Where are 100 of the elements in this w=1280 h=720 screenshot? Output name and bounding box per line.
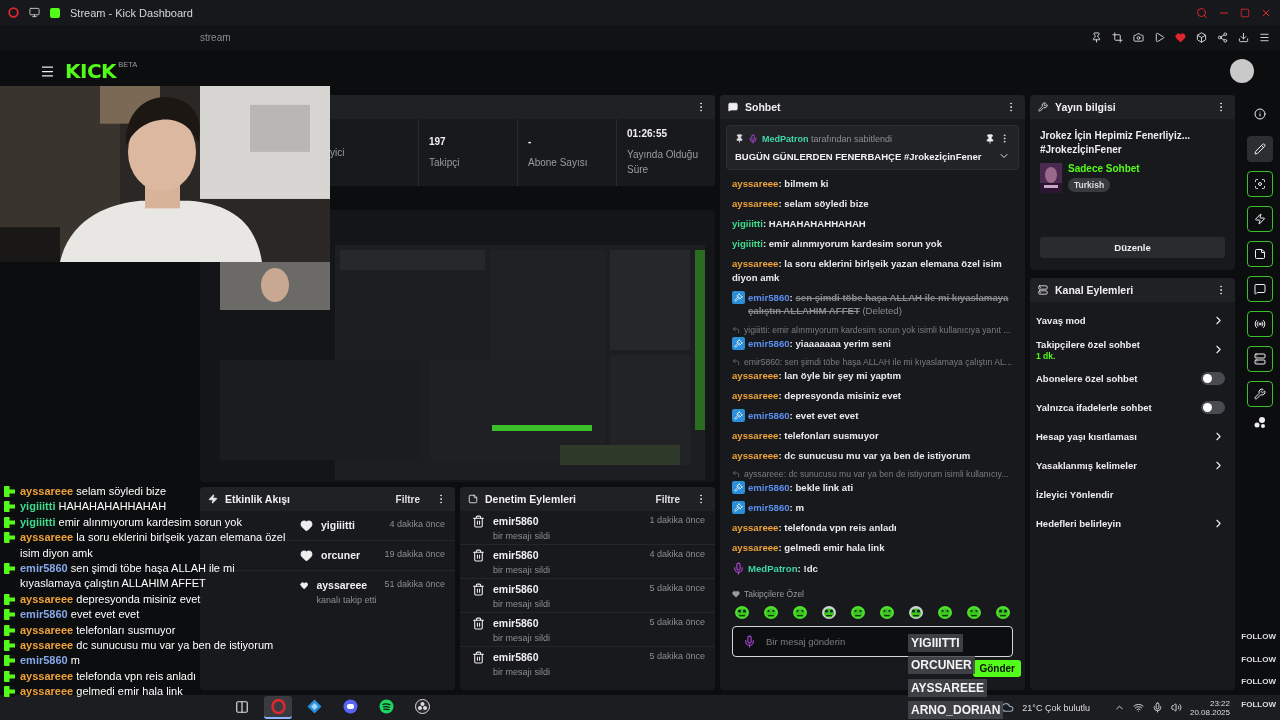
play-icon[interactable] [1154,32,1165,43]
chat-line: ayssareee telefonda vpn reis anladı [20,668,197,684]
window-icon[interactable] [29,7,40,18]
follower-name: ARNO_DORIAN [908,701,1004,720]
chat-badge-icon [4,686,15,698]
chat-badge-icon [4,655,15,667]
stat-label: Abone Sayısı [528,155,589,170]
share-icon[interactable] [1217,32,1228,43]
pin-icon[interactable] [985,133,995,144]
action-label[interactable]: Takipçilere özel sohbet [1036,338,1140,350]
mic-icon [743,635,756,648]
chat-message: ayssareee: telefonda vpn reis anladı [732,521,897,535]
task-view-icon [235,699,249,714]
mic-icon [732,561,745,575]
chat-message: emir5860: m [748,501,804,515]
ring-icon[interactable] [8,7,19,18]
chat-message: ayssareee: telefonları susmuyor [732,428,879,443]
reply-icon [732,470,740,479]
chat-badge-icon [4,624,15,636]
pinned-by-text: MedPatron tarafından sabitlendi [762,133,893,144]
clock-date: 20.08.2025 [1189,707,1230,717]
rail-button[interactable] [1247,136,1273,162]
toggle-switch[interactable] [1201,372,1225,385]
emote-icon[interactable] [879,604,895,620]
stat-value: 01:26:55 [627,128,669,139]
chat-message: emir5860: bekle link ati [748,481,854,495]
follow-label: FOLLOW [1241,654,1276,664]
rail-button[interactable] [1247,381,1273,407]
chat-message: emir5860: sen şimdi töbe haşa ALLAH ile mi kıyaslamaya çalıştın ALLAHIM AFFET (Deleted) [748,290,1010,318]
network-icon[interactable] [1132,702,1144,713]
send-button[interactable]: Gönder [973,660,1021,677]
filter-button[interactable]: Filtre [647,493,688,505]
chat-message: MedPatron: !dc [748,561,818,575]
action-label[interactable]: İzleyici Yönlendir [1036,489,1114,500]
box-icon[interactable] [1196,32,1207,43]
rail-button[interactable] [1247,346,1273,372]
dots-icon[interactable] [1253,416,1267,430]
logo[interactable]: KICK [65,59,117,83]
emote-icon[interactable] [821,604,837,620]
rail-button[interactable] [1247,171,1273,197]
tab-title[interactable]: Stream - Kick Dashboard [70,6,193,19]
pencil-icon [1254,143,1266,155]
camera-icon[interactable] [1133,32,1144,43]
emote-icon[interactable] [937,604,953,620]
chat-icon [728,102,738,112]
emote-icon[interactable] [763,604,779,620]
stat-label: Yayında Olduğu Süre [627,148,699,177]
action-label[interactable]: Yavaş mod [1036,315,1086,326]
cloud-icon [1001,701,1015,714]
address-text[interactable]: stream [200,32,231,43]
action-label[interactable]: Abonelere özel sohbet [1036,373,1138,384]
rail-button[interactable] [1247,206,1273,232]
user-name: emir5860 [493,515,540,527]
emote-icon[interactable] [850,604,866,620]
action-label[interactable]: Hesap yaşı kısıtlaması [1036,431,1137,442]
avatar[interactable] [1230,59,1254,83]
filter-button[interactable]: Filtre [387,493,428,505]
lightning-icon [1254,213,1266,225]
chat-badge-icon [4,640,15,652]
menu-icon[interactable] [40,63,55,79]
search-icon[interactable] [1196,6,1208,19]
lightning-icon [208,494,218,504]
event-text: bir mesajı sildi [493,531,551,541]
pin-icon[interactable] [1091,32,1102,43]
time-text: 5 dakika önce [649,651,705,661]
download-icon[interactable] [1238,32,1249,43]
rail-button[interactable] [1247,276,1273,302]
panel-title: Yayın bilgisi [1055,101,1116,113]
chat-badge-icon [4,516,15,528]
stat-label: Takipçi [429,155,461,170]
toggle-switch[interactable] [1201,401,1225,414]
emote-icon[interactable] [908,604,924,620]
action-label[interactable]: Yalnızca ifadelerle sohbet [1036,402,1152,413]
user-name: emir5860 [493,549,540,561]
action-label[interactable]: Hedefleri belirleyin [1036,518,1121,529]
language-tag: Turkish [1068,178,1111,192]
emote-icon[interactable] [734,604,750,620]
heart-icon[interactable] [1175,32,1186,43]
mic-icon[interactable] [1151,702,1163,713]
broadcast-icon [1254,318,1266,330]
time-text: 19 dakika önce [384,549,445,559]
chat-line: emir5860 evet evet evet [20,607,140,623]
reply-text: yigiiitti: emir alınmıyorum kardesim sorun yok isimli kullanıcıya yanıt ... [744,324,1011,335]
emote-icon[interactable] [966,604,982,620]
action-label[interactable]: Yasaklanmış kelimeler [1036,460,1137,471]
chat-message: ayssareee: lan öyle bir şey mi yaptım [732,368,902,383]
user-name: emir5860 [493,583,540,595]
menu-icon[interactable] [1259,32,1270,43]
rail-button[interactable] [1247,241,1273,267]
speaker-icon[interactable] [1170,702,1182,713]
panel-title: Sohbet [745,101,781,113]
time-text: 5 dakika önce [649,583,705,593]
chat-badge-icon [4,593,15,605]
crop-icon[interactable] [1112,32,1123,43]
emote-icon[interactable] [995,604,1011,620]
stat-value: - [528,135,533,147]
edit-button[interactable]: Düzenle [1040,237,1225,258]
emote-icon[interactable] [792,604,808,620]
rail-button[interactable] [1247,311,1273,337]
chat-badge-icon [4,486,15,497]
